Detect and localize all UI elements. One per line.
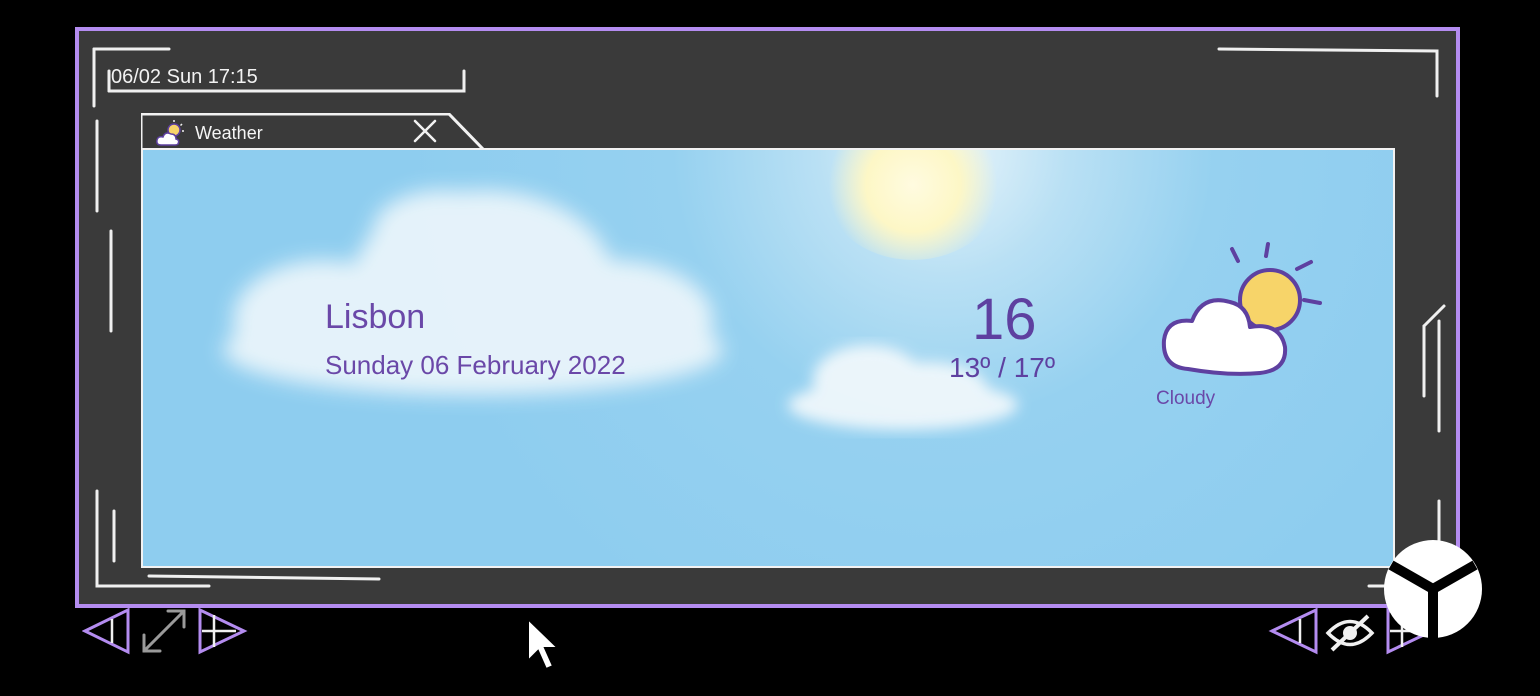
app-frame: 06/02 Sun 17:15 Weather Lisbon Sunday 06… (75, 27, 1460, 608)
city-name: Lisbon (325, 298, 426, 336)
hide-icon[interactable] (1324, 612, 1376, 654)
nav-left-icon[interactable] (82, 607, 132, 655)
nav-right-icon[interactable] (196, 607, 248, 655)
logo-icon[interactable] (1383, 540, 1483, 638)
weather-app-icon (156, 120, 184, 146)
date-label: Sunday 06 February 2022 (325, 350, 626, 380)
expand-icon[interactable] (138, 605, 190, 657)
partly-cloudy-icon (1161, 242, 1322, 376)
condition-label: Cloudy (1156, 388, 1216, 409)
status-clock: 06/02 Sun 17:15 (111, 66, 258, 88)
weather-panel: Lisbon Sunday 06 February 2022 16 13º / … (141, 148, 1395, 568)
window-tab[interactable]: Weather (141, 113, 486, 149)
close-icon[interactable] (411, 117, 439, 145)
cloud-decoration (223, 190, 723, 395)
window-title: Weather (195, 123, 263, 143)
nav-left-icon[interactable] (1268, 607, 1320, 655)
sun-decoration (823, 150, 1003, 260)
temperature-range: 13º / 17º (949, 352, 1056, 383)
mouse-cursor-icon (527, 617, 559, 671)
current-temperature: 16 (972, 287, 1037, 352)
